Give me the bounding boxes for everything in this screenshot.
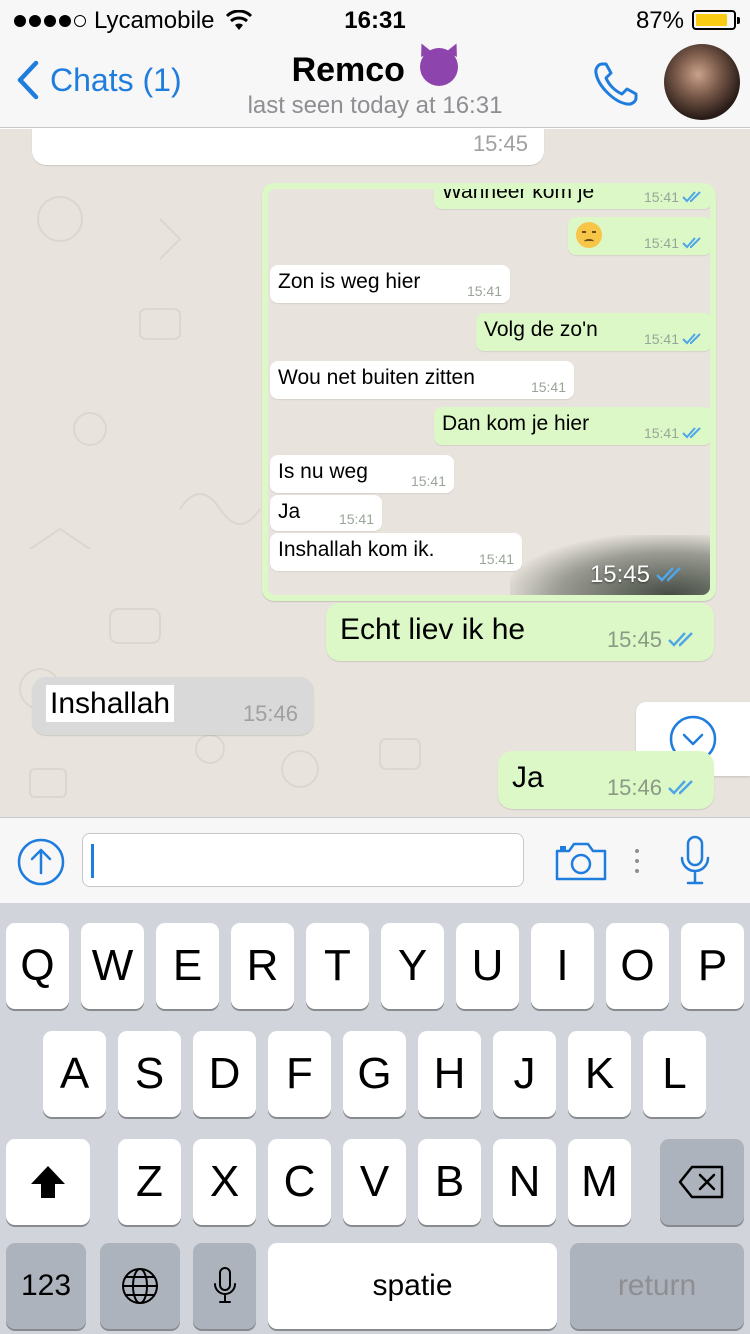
globe-icon [122,1268,158,1304]
contact-avatar[interactable] [664,44,740,120]
key-c[interactable]: C [268,1139,331,1225]
key-g[interactable]: G [343,1031,406,1117]
image-message-line: Is nu weg 15:41 [270,455,454,493]
key-n[interactable]: N [493,1139,556,1225]
key-p[interactable]: P [681,923,744,1009]
key-v[interactable]: V [343,1139,406,1225]
status-bar: Lycamobile 16:31 87% [0,0,750,40]
message-time: 15:45 [607,627,698,653]
image-message-line: Ja 15:41 [270,495,382,531]
space-key[interactable]: spatie [268,1243,557,1329]
key-z[interactable]: Z [118,1139,181,1225]
more-dots-icon[interactable] [632,848,642,874]
double-check-icon [668,780,693,795]
double-check-icon [682,237,701,249]
camera-icon[interactable] [554,839,608,883]
share-upload-icon[interactable] [16,837,66,887]
key-r[interactable]: R [231,923,294,1009]
message-bubble-incoming[interactable]: Inshallah 15:46 [32,677,314,735]
key-w[interactable]: W [81,923,144,1009]
globe-key[interactable] [100,1243,180,1329]
key-t[interactable]: T [306,923,369,1009]
phone-call-icon[interactable] [590,58,642,110]
message-bubble-outgoing[interactable]: Ja 15:46 [498,751,714,809]
double-check-icon [668,632,693,647]
smiling-imp-emoji-icon [420,48,459,86]
message-input[interactable] [82,833,524,887]
key-o[interactable]: O [606,923,669,1009]
double-check-icon [656,567,681,582]
key-l[interactable]: L [643,1031,706,1117]
message-time: 15:45 [472,131,528,156]
key-s[interactable]: S [118,1031,181,1117]
microphone-icon [213,1267,236,1303]
image-message-line: Dan kom je hier 15:41 [434,407,710,445]
shift-arrow-icon [31,1166,65,1198]
image-message-line: Volg de zo'n 15:41 [476,313,710,351]
text-caret [91,844,94,878]
dictation-key[interactable] [193,1243,256,1329]
message-text: Echt liev ik he [340,613,526,646]
double-check-icon [682,427,701,439]
key-b[interactable]: B [418,1139,481,1225]
image-message-line: Inshallah kom ik. 15:41 [270,533,522,571]
chat-header: Chats (1) Remco last seen today at 16:31 [0,40,750,128]
battery-percent: 87% [635,7,684,34]
double-check-icon [682,333,701,345]
key-j[interactable]: J [493,1031,556,1117]
message-bubble-partial[interactable]: 15:45 [32,129,544,165]
backspace-icon [678,1165,724,1199]
numbers-key[interactable]: 123 [6,1243,86,1329]
double-check-icon [682,191,701,203]
key-y[interactable]: Y [381,923,444,1009]
key-h[interactable]: H [418,1031,481,1117]
message-time: 15:45 [590,561,686,589]
message-input-bar [0,817,750,903]
return-key[interactable]: return [570,1243,744,1329]
key-d[interactable]: D [193,1031,256,1117]
message-text: Ja [512,761,544,794]
shift-key[interactable] [6,1139,90,1225]
image-message-line: Wou net buiten zitten 15:41 [270,361,574,399]
microphone-icon[interactable] [678,834,712,888]
key-k[interactable]: K [568,1031,631,1117]
message-time: 15:46 [242,701,298,726]
key-f[interactable]: F [268,1031,331,1117]
contact-name: Remco [291,51,405,89]
image-message-line: 15:41 [568,217,710,255]
key-a[interactable]: A [43,1031,106,1117]
message-time: 15:46 [607,775,698,801]
message-text: Inshallah [46,685,175,722]
image-content[interactable]: Wanneer kom je 15:41 15:41 Zon is weg hi… [268,189,710,595]
image-message-line: Wanneer kom je 15:41 [434,189,710,209]
message-bubble-outgoing[interactable]: Echt liev ik he 15:45 [326,603,714,661]
key-e[interactable]: E [156,923,219,1009]
key-i[interactable]: I [531,923,594,1009]
chat-area[interactable]: 15:45 Wanneer kom je 15:41 15:41 Zon is … [0,129,750,817]
key-x[interactable]: X [193,1139,256,1225]
battery-icon [692,10,740,30]
key-q[interactable]: Q [6,923,69,1009]
image-message-line: Zon is weg hier 15:41 [270,265,510,303]
image-message[interactable]: Wanneer kom je 15:41 15:41 Zon is weg hi… [262,183,716,601]
key-m[interactable]: M [568,1139,631,1225]
disappointed-face-emoji-icon [576,222,602,248]
key-u[interactable]: U [456,923,519,1009]
backspace-key[interactable] [660,1139,744,1225]
keyboard: Q W E R T Y U I O P A S D F G H J K L Z … [0,903,750,1334]
